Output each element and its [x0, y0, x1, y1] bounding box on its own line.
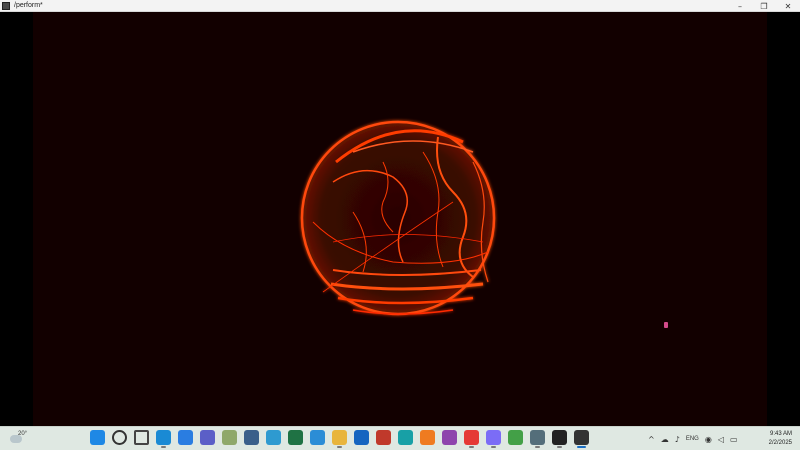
- processing-icon[interactable]: [574, 430, 589, 448]
- title-bar: /perform* – ❐ ✕: [0, 0, 800, 12]
- graph-icon[interactable]: [442, 430, 457, 445]
- settings-icon[interactable]: [530, 430, 545, 448]
- obs-icon[interactable]: [552, 430, 567, 448]
- wifi-icon[interactable]: ◉: [705, 435, 712, 444]
- dropbox-icon[interactable]: [354, 430, 369, 445]
- app-c-icon[interactable]: [266, 430, 281, 445]
- globe-shape: [300, 120, 496, 316]
- edge-icon[interactable]: [156, 430, 171, 448]
- notepad-icon[interactable]: [222, 430, 237, 445]
- window-title: /perform*: [14, 1, 43, 9]
- blender-icon[interactable]: [420, 430, 435, 445]
- system-tray: ^ ☁ ♪ ENG ◉ ◁ ▭: [648, 430, 738, 448]
- weather-temp: 20°: [18, 431, 28, 437]
- close-button[interactable]: ✕: [776, 0, 800, 12]
- clock-date: 2/2/2025: [768, 440, 792, 446]
- network-icon[interactable]: [244, 430, 259, 445]
- file-explorer-icon[interactable]: [332, 430, 347, 448]
- taskbar-apps: [90, 430, 589, 448]
- language-indicator[interactable]: ENG: [686, 436, 699, 442]
- app-icon: [2, 1, 10, 10]
- task-view-icon[interactable]: [134, 430, 149, 445]
- chrome-icon[interactable]: [464, 430, 479, 448]
- minimize-button[interactable]: –: [728, 0, 752, 12]
- search-icon[interactable]: [112, 430, 127, 445]
- clock-time: 9:43 AM: [769, 431, 792, 437]
- browser-icon[interactable]: [178, 430, 193, 445]
- teams-icon[interactable]: [200, 430, 215, 445]
- clock[interactable]: 9:43 AM 2/2/2025: [769, 430, 792, 448]
- sketch-canvas[interactable]: [33, 12, 767, 426]
- glowing-globe: [300, 120, 496, 316]
- arduino-icon[interactable]: [398, 430, 413, 445]
- taskbar: 20° ^ ☁ ♪ ENG ◉ ◁ ▭ 9:43 AM 2/2/2025: [0, 426, 800, 450]
- chrome-alt-icon[interactable]: [508, 430, 523, 445]
- sketch-window: [0, 12, 800, 426]
- excel-icon[interactable]: [288, 430, 303, 445]
- battery-icon[interactable]: ▭: [730, 435, 738, 444]
- volume-icon[interactable]: ◁: [718, 435, 724, 444]
- editor-icon[interactable]: [376, 430, 391, 445]
- weather-widget[interactable]: 20°: [8, 430, 30, 448]
- start-icon[interactable]: [90, 430, 105, 445]
- copilot-icon[interactable]: [486, 430, 501, 448]
- cloud-sync-icon[interactable]: ☁: [661, 435, 669, 444]
- vscode-icon[interactable]: [310, 430, 325, 445]
- mouse-cursor: [664, 322, 668, 328]
- restore-button[interactable]: ❐: [752, 0, 776, 12]
- microphone-icon[interactable]: ♪: [675, 435, 680, 444]
- chevron-up-icon[interactable]: ^: [648, 435, 655, 444]
